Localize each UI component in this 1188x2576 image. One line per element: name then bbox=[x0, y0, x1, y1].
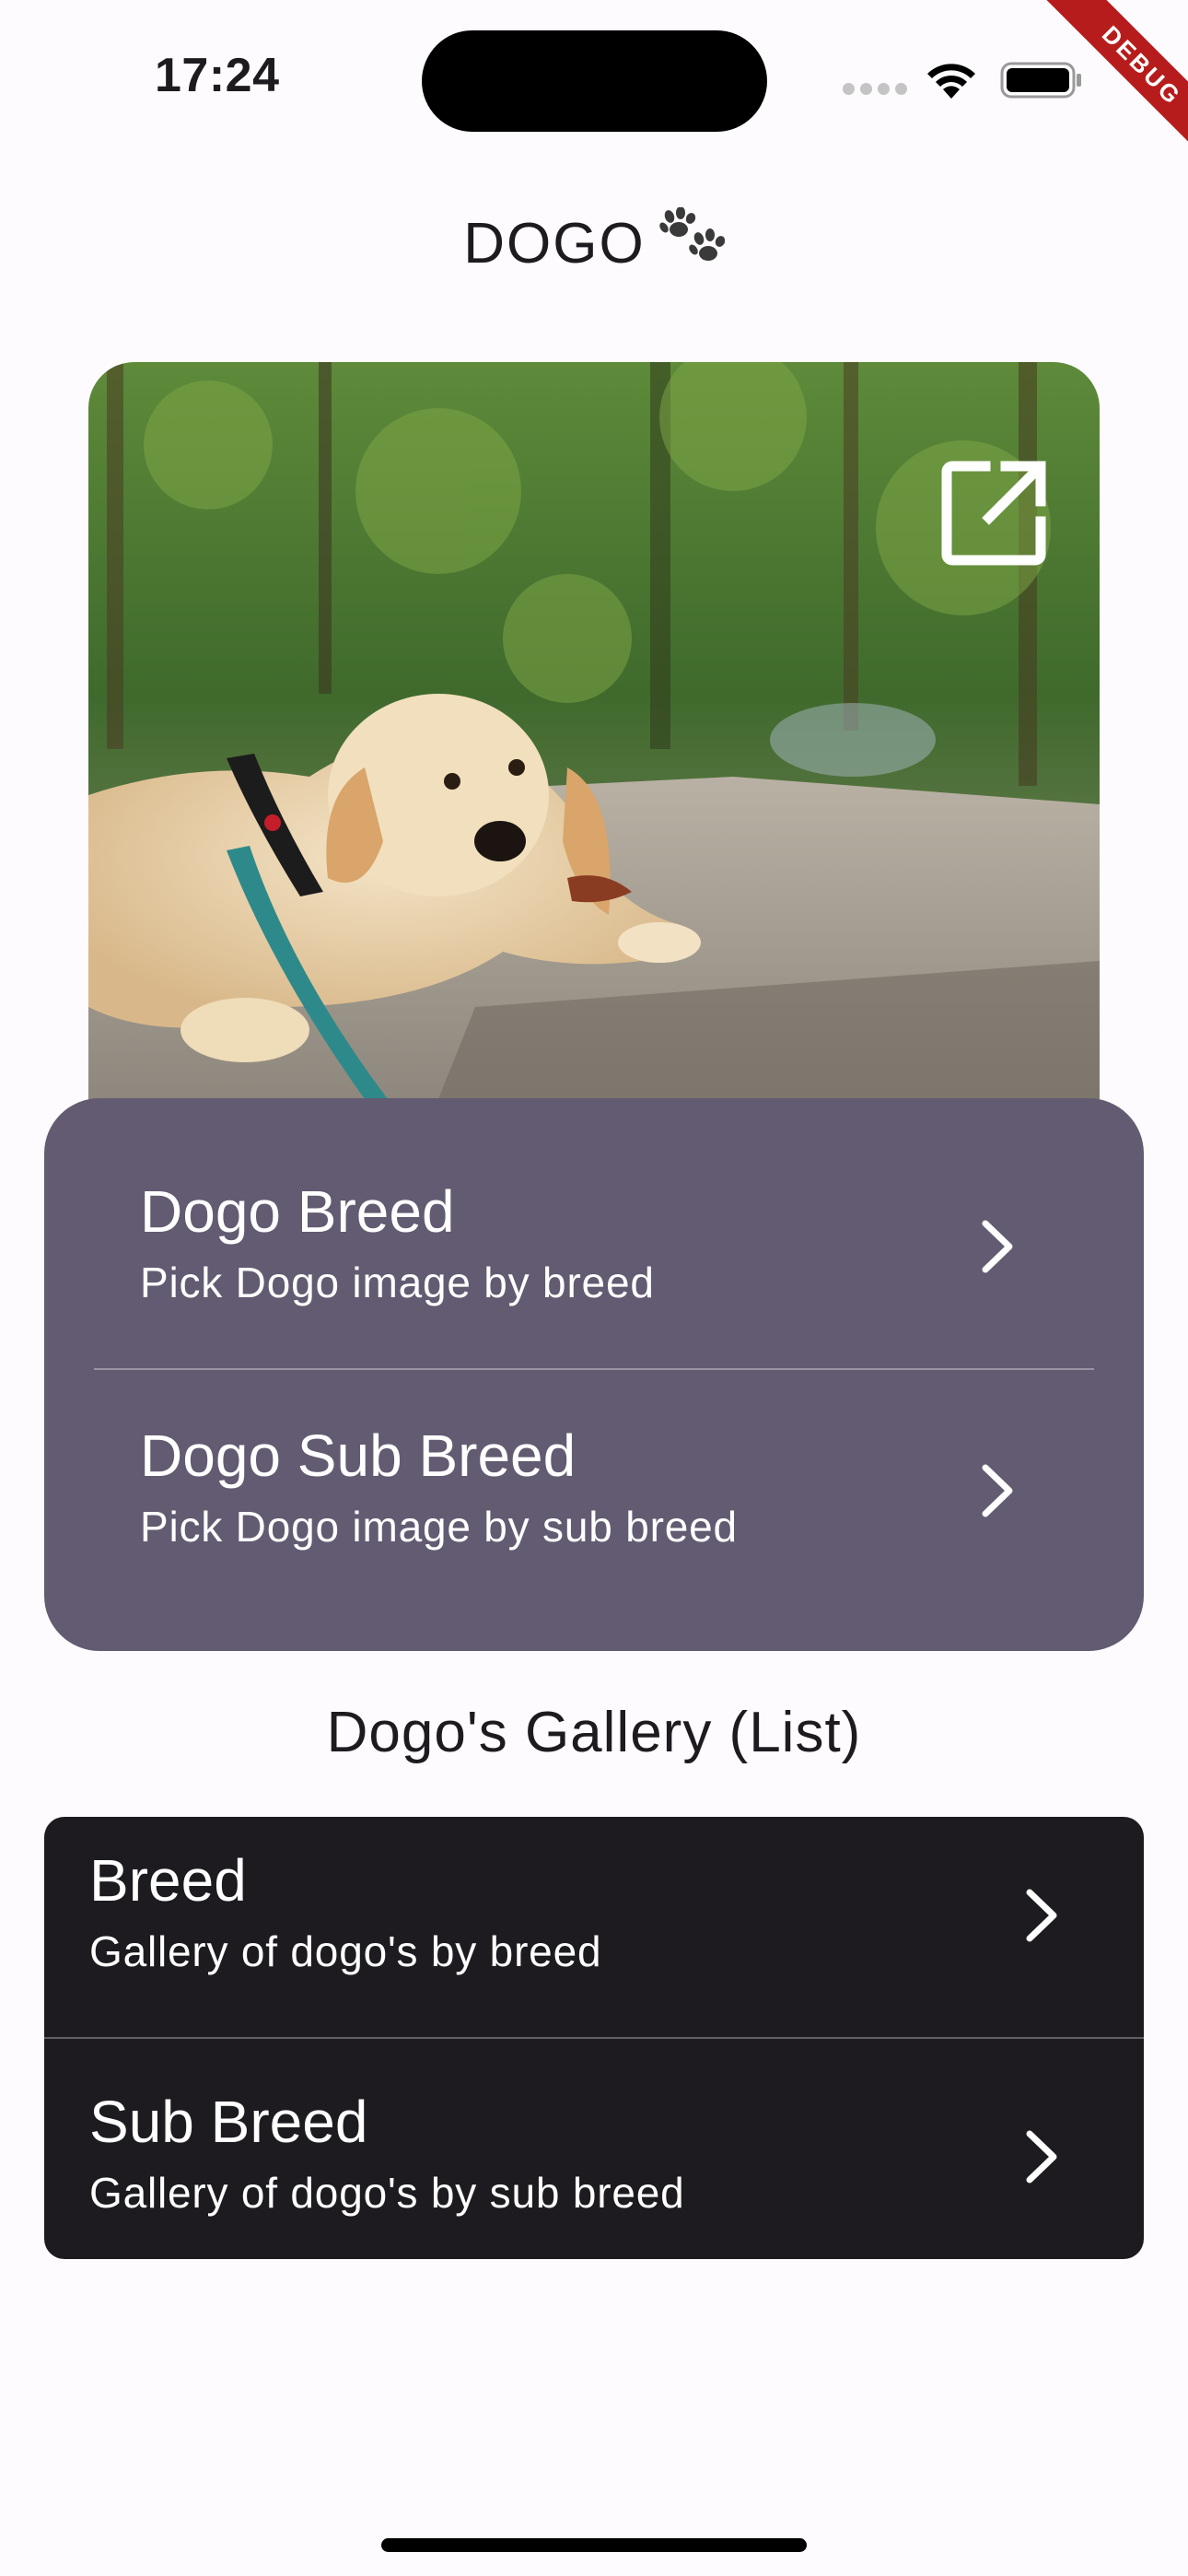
dogo-breed-title: Dogo Breed bbox=[140, 1178, 455, 1245]
page-title-text: DOGO bbox=[463, 212, 646, 275]
dynamic-island bbox=[422, 30, 767, 132]
gallery-breed-title: Breed bbox=[89, 1847, 247, 1914]
gallery-heading: Dogo's Gallery (List) bbox=[326, 1701, 862, 1764]
gallery-breed-item[interactable]: Breed Gallery of dogo's by breed bbox=[44, 1817, 1144, 2036]
chevron-right-icon bbox=[1026, 2130, 1057, 2184]
chevron-right-icon bbox=[1026, 1889, 1057, 1942]
chevron-right-icon bbox=[982, 1464, 1013, 1517]
open-in-new-icon[interactable] bbox=[941, 459, 1048, 566]
breed-card-divider bbox=[94, 1368, 1094, 1370]
breed-picker-card: Dogo Breed Pick Dogo image by breed Dogo… bbox=[44, 1098, 1144, 1651]
page-title: DOGO bbox=[0, 207, 1188, 276]
gallery-breed-subtitle: Gallery of dogo's by breed bbox=[89, 1927, 602, 1975]
dogo-breed-item[interactable]: Dogo Breed Pick Dogo image by breed bbox=[44, 1098, 1144, 1342]
gallery-sub-breed-title: Sub Breed bbox=[89, 2089, 368, 2155]
chevron-right-icon bbox=[982, 1220, 1013, 1273]
gallery-sub-breed-item[interactable]: Sub Breed Gallery of dogo's by sub breed bbox=[44, 2038, 1144, 2259]
debug-banner: DEBUG bbox=[1022, 0, 1188, 166]
home-indicator[interactable] bbox=[381, 2538, 807, 2552]
gallery-card-divider bbox=[44, 2037, 1144, 2039]
wifi-icon bbox=[927, 64, 975, 99]
signal-icon bbox=[843, 83, 907, 96]
dogo-sub-breed-subtitle: Pick Dogo image by sub breed bbox=[140, 1503, 738, 1551]
dogo-sub-breed-title: Dogo Sub Breed bbox=[140, 1423, 577, 1489]
dogo-sub-breed-item[interactable]: Dogo Sub Breed Pick Dogo image by sub br… bbox=[44, 1370, 1144, 1614]
gallery-sub-breed-subtitle: Gallery of dogo's by sub breed bbox=[89, 2169, 685, 2217]
status-time: 17:24 bbox=[155, 49, 280, 102]
paw-prints-icon bbox=[658, 207, 725, 261]
dogo-breed-subtitle: Pick Dogo image by breed bbox=[140, 1259, 655, 1306]
debug-label: DEBUG bbox=[1029, 0, 1188, 166]
